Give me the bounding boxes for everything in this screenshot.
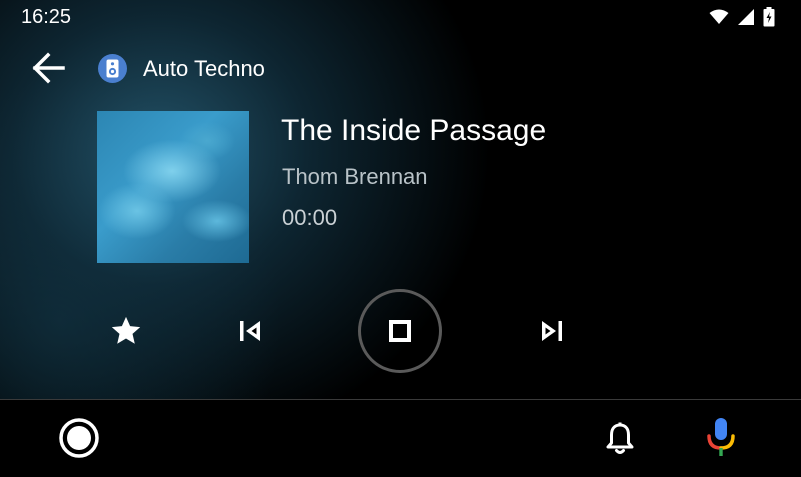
stop-icon bbox=[389, 320, 411, 342]
star-icon bbox=[111, 316, 141, 344]
speaker-icon bbox=[98, 54, 127, 83]
previous-button[interactable] bbox=[231, 311, 271, 351]
wifi-icon bbox=[709, 9, 729, 24]
next-button[interactable] bbox=[531, 311, 571, 351]
track-title: The Inside Passage bbox=[281, 114, 547, 147]
bell-icon bbox=[606, 422, 634, 454]
elapsed-time: 00:00 bbox=[282, 205, 338, 230]
status-bar: 16:25 bbox=[0, 0, 801, 34]
home-button[interactable] bbox=[58, 417, 100, 459]
status-time: 16:25 bbox=[21, 6, 72, 28]
track-artist: Thom Brennan bbox=[282, 164, 428, 189]
notifications-button[interactable] bbox=[603, 421, 637, 457]
favorite-button[interactable] bbox=[106, 309, 146, 353]
voice-assistant-button[interactable] bbox=[704, 416, 738, 458]
album-art bbox=[97, 111, 249, 263]
arrow-back-icon bbox=[32, 52, 65, 84]
battery-charging-icon bbox=[763, 7, 775, 27]
back-button[interactable] bbox=[30, 50, 68, 86]
status-icons bbox=[709, 7, 775, 27]
skip-previous-icon bbox=[240, 321, 260, 341]
mic-icon bbox=[707, 418, 735, 456]
app-name: Auto Techno bbox=[143, 56, 265, 81]
skip-next-icon bbox=[542, 321, 562, 341]
signal-icon bbox=[738, 9, 754, 25]
stop-button[interactable] bbox=[358, 289, 442, 373]
home-circle-icon bbox=[59, 418, 99, 458]
nav-bar bbox=[0, 400, 801, 477]
